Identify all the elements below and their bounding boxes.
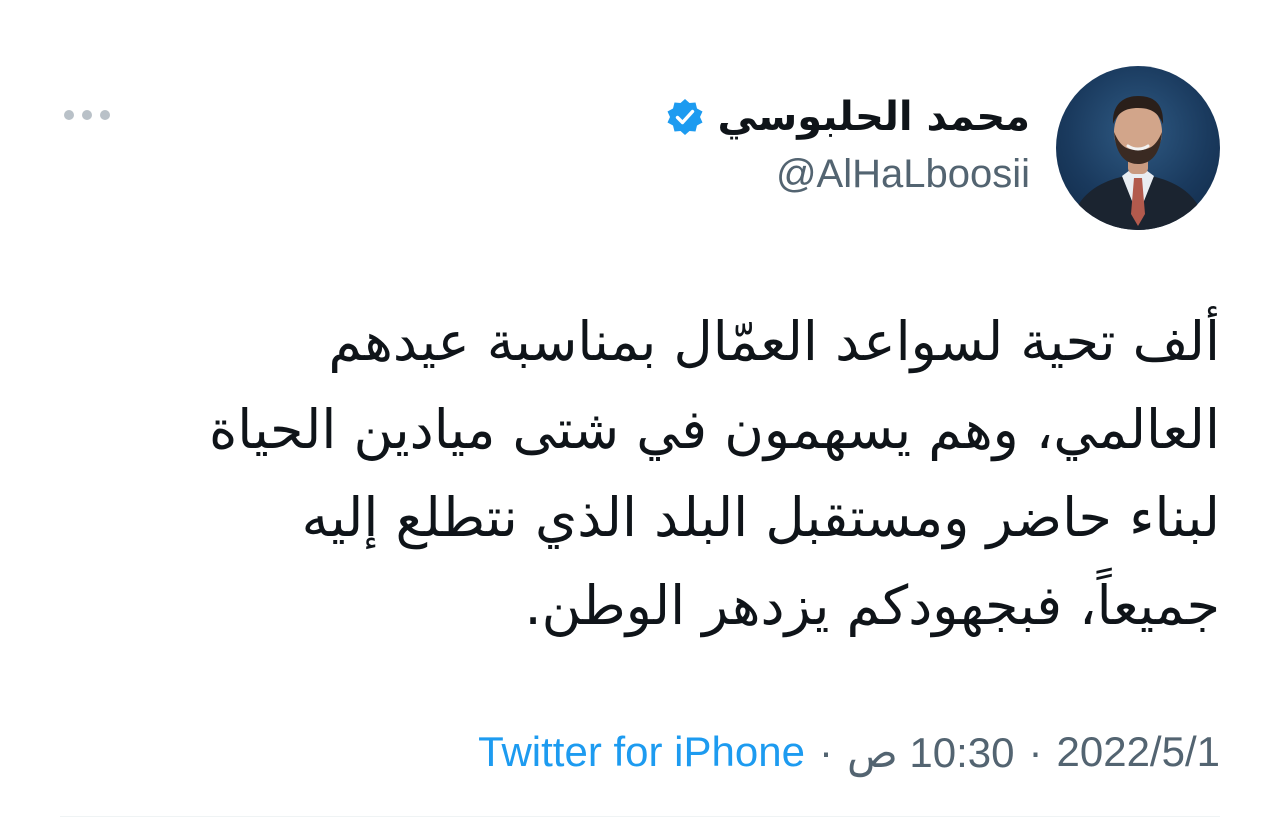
author-display-name[interactable]: محمد الحلبوسي: [717, 94, 1030, 140]
tweet-text-line: جميعاً، فبجهودكم يزدهر الوطن.: [524, 574, 1220, 637]
author-handle[interactable]: @AlHaLboosii: [776, 152, 1030, 197]
avatar[interactable]: [1056, 66, 1220, 230]
divider: [60, 816, 1220, 817]
tweet-text-line: ألف تحية لسواعد العمّال بمناسبة عيدهم: [328, 310, 1220, 373]
tweet-date[interactable]: 2022/5/1: [1057, 728, 1221, 776]
meta-separator: ·: [818, 728, 833, 775]
more-dot: [100, 110, 110, 120]
author-name-row[interactable]: محمد الحلبوسي: [665, 92, 1030, 142]
tweet-text-line: لبناء حاضر ومستقبل البلد الذي نتطلع إليه: [301, 486, 1220, 549]
verified-badge-icon: [665, 97, 705, 137]
tweet-card: محمد الحلبوسي @AlHaLboosii ألف تحية لسوا…: [0, 0, 1280, 832]
more-dot: [82, 110, 92, 120]
tweet-time[interactable]: 10:30 ص: [847, 728, 1015, 777]
meta-separator: ·: [1028, 728, 1043, 775]
tweet-meta: Twitter for iPhone · 10:30 ص · 2022/5/1: [478, 722, 1220, 782]
more-options-icon[interactable]: [64, 98, 110, 132]
tweet-source-link[interactable]: Twitter for iPhone: [478, 728, 805, 776]
tweet-text-line: العالمي، وهم يسهمون في شتى ميادين الحياة: [209, 398, 1220, 461]
avatar-photo: [1070, 96, 1206, 230]
tweet-text: ألف تحية لسواعد العمّال بمناسبة عيدهم ال…: [110, 298, 1220, 650]
more-dot: [64, 110, 74, 120]
